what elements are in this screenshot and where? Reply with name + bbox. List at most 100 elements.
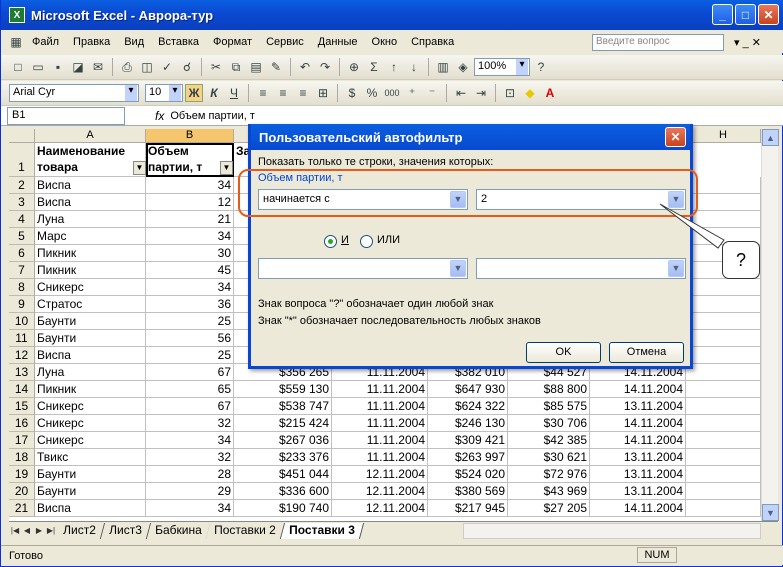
autofilter-a-icon[interactable]: ▼ xyxy=(133,161,146,175)
cell-f[interactable]: $88 800 xyxy=(508,381,590,398)
cell-b[interactable]: 56 xyxy=(146,330,234,347)
cell-g[interactable]: 14.11.2004 xyxy=(590,432,686,449)
doc-window-controls[interactable]: ▾ _ ✕ xyxy=(734,36,761,49)
row-header[interactable]: 5 xyxy=(9,228,35,245)
row-header[interactable]: 13 xyxy=(9,364,35,381)
row-header[interactable]: 10 xyxy=(9,313,35,330)
cell-b[interactable]: 25 xyxy=(146,347,234,364)
cell-b[interactable]: 29 xyxy=(146,483,234,500)
tab-postavki2[interactable]: Поставки 2 xyxy=(206,522,286,539)
menu-window[interactable]: Окно xyxy=(365,36,405,48)
open-icon[interactable]: ▭ xyxy=(29,58,47,76)
align-center-icon[interactable]: ≡ xyxy=(274,84,292,102)
cell-h[interactable] xyxy=(686,279,761,296)
cell-c[interactable]: $336 600 xyxy=(234,483,332,500)
mail-icon[interactable]: ✉ xyxy=(89,58,107,76)
cell-f[interactable]: $30 621 xyxy=(508,449,590,466)
cell-d[interactable]: 11.11.2004 xyxy=(332,381,428,398)
tab-sheet2[interactable]: Лист2 xyxy=(54,522,105,539)
cell-b[interactable]: 34 xyxy=(146,500,234,517)
dialog-close-button[interactable]: ✕ xyxy=(665,127,686,147)
row-header[interactable]: 1 xyxy=(9,143,35,177)
cell-h[interactable] xyxy=(686,500,761,517)
cell-h[interactable] xyxy=(686,296,761,313)
borders-icon[interactable]: ⊡ xyxy=(501,84,519,102)
cell-d[interactable]: 11.11.2004 xyxy=(332,398,428,415)
column-header[interactable]: H xyxy=(686,129,761,143)
next-sheet-icon[interactable]: ▶ xyxy=(33,526,45,535)
increase-decimal-icon[interactable]: ⁺ xyxy=(403,84,421,102)
cell-f[interactable]: $85 575 xyxy=(508,398,590,415)
cell-a[interactable]: Баунти xyxy=(35,330,146,347)
cell-g[interactable]: 13.11.2004 xyxy=(590,466,686,483)
vertical-scrollbar[interactable]: ▲ ▼ xyxy=(761,129,779,521)
cell-b[interactable]: 67 xyxy=(146,364,234,381)
row-header[interactable]: 21 xyxy=(9,500,35,517)
cell-b[interactable]: 36 xyxy=(146,296,234,313)
cell-b[interactable]: 34 xyxy=(146,432,234,449)
cell-d[interactable]: 11.11.2004 xyxy=(332,432,428,449)
cell-a[interactable]: Баунти xyxy=(35,466,146,483)
row-header[interactable]: 2 xyxy=(9,177,35,194)
cell-h[interactable] xyxy=(686,347,761,364)
underline-button[interactable]: Ч xyxy=(225,84,243,102)
help-icon[interactable]: ? xyxy=(532,58,550,76)
menu-format[interactable]: Формат xyxy=(206,36,259,48)
cell-a[interactable]: Виспа xyxy=(35,347,146,364)
tab-sheet3[interactable]: Лист3 xyxy=(100,522,151,539)
autosum-icon[interactable]: Σ xyxy=(365,58,383,76)
cell-h[interactable] xyxy=(686,330,761,347)
cell-c[interactable]: $267 036 xyxy=(234,432,332,449)
cell-g[interactable]: 13.11.2004 xyxy=(590,483,686,500)
cell-a[interactable]: Твикс xyxy=(35,449,146,466)
tab-babkina[interactable]: Бабкина xyxy=(146,522,211,539)
font-size-select[interactable]: 10 xyxy=(145,84,183,102)
row-header[interactable]: 15 xyxy=(9,398,35,415)
row-header[interactable]: 6 xyxy=(9,245,35,262)
copy-icon[interactable]: ⧉ xyxy=(227,58,245,76)
cell-e[interactable]: $246 130 xyxy=(428,415,508,432)
align-left-icon[interactable]: ≡ xyxy=(254,84,272,102)
cell-b[interactable]: 34 xyxy=(146,228,234,245)
align-right-icon[interactable]: ≡ xyxy=(294,84,312,102)
cell-a[interactable]: Баунти xyxy=(35,313,146,330)
zoom-select[interactable]: 100% xyxy=(474,58,530,76)
cell-h[interactable] xyxy=(686,211,761,228)
autofilter-b-icon[interactable]: ▼ xyxy=(220,161,233,175)
permission-icon[interactable]: ◪ xyxy=(69,58,87,76)
column-header[interactable]: B xyxy=(146,129,234,143)
cell-h[interactable] xyxy=(686,398,761,415)
row-header[interactable]: 18 xyxy=(9,449,35,466)
cell-a[interactable]: Пикник xyxy=(35,381,146,398)
cell-b[interactable]: 32 xyxy=(146,449,234,466)
sort-asc-icon[interactable]: ↑ xyxy=(385,58,403,76)
menu-data[interactable]: Данные xyxy=(311,36,365,48)
menu-edit[interactable]: Правка xyxy=(66,36,117,48)
merge-center-icon[interactable]: ⊞ xyxy=(314,84,332,102)
cell-c[interactable]: $215 424 xyxy=(234,415,332,432)
undo-icon[interactable]: ↶ xyxy=(296,58,314,76)
menu-file[interactable]: Файл xyxy=(25,36,66,48)
or-label[interactable]: ИЛИ xyxy=(377,234,400,246)
cell-g[interactable]: 13.11.2004 xyxy=(590,398,686,415)
cell-h[interactable] xyxy=(686,364,761,381)
cell-h[interactable] xyxy=(686,313,761,330)
cell-f[interactable]: $30 706 xyxy=(508,415,590,432)
cell-a[interactable]: Луна xyxy=(35,364,146,381)
row-header[interactable]: 16 xyxy=(9,415,35,432)
cell-f[interactable]: $42 385 xyxy=(508,432,590,449)
cell-a[interactable]: Луна xyxy=(35,211,146,228)
row-header[interactable]: 11 xyxy=(9,330,35,347)
cell-f[interactable]: $72 976 xyxy=(508,466,590,483)
menu-view[interactable]: Вид xyxy=(117,36,151,48)
prev-sheet-icon[interactable]: ◀ xyxy=(21,526,33,535)
bold-button[interactable]: Ж xyxy=(185,84,203,102)
menu-insert[interactable]: Вставка xyxy=(151,36,206,48)
ask-question-input[interactable]: Введите вопрос xyxy=(592,34,724,51)
row-header[interactable]: 20 xyxy=(9,483,35,500)
cell-e[interactable]: $524 020 xyxy=(428,466,508,483)
row-header[interactable]: 3 xyxy=(9,194,35,211)
cell-g[interactable]: 14.11.2004 xyxy=(590,500,686,517)
ok-button[interactable]: OK xyxy=(526,342,601,363)
workbook-icon[interactable]: ▦ xyxy=(7,33,25,51)
